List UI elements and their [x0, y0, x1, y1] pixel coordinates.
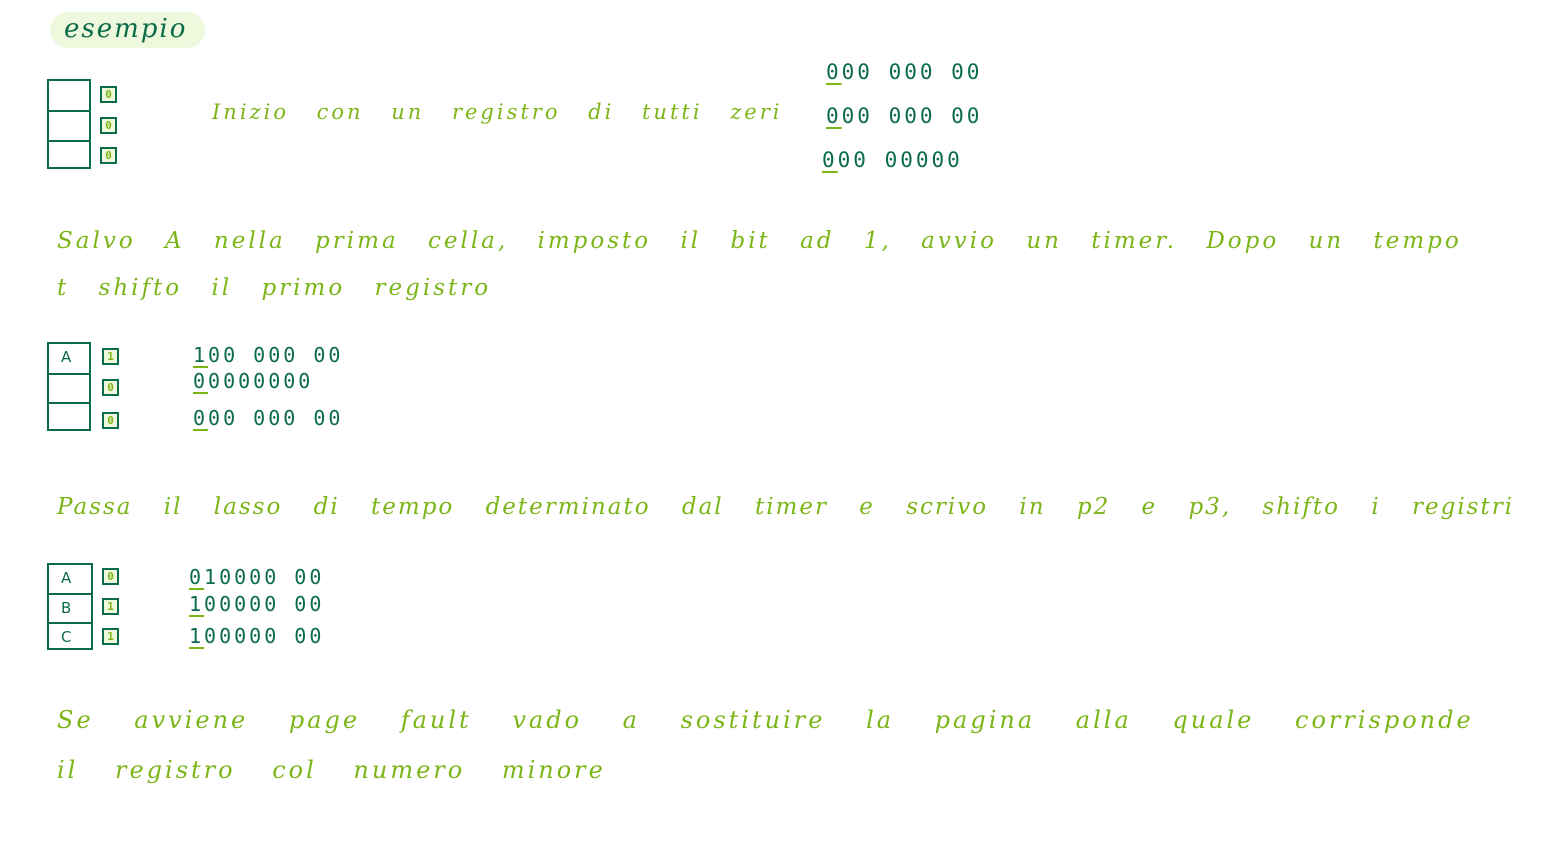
register-first-bit: 1	[189, 592, 205, 616]
register-value: 000 000 00	[193, 406, 344, 430]
register-first-bit: 0	[189, 565, 205, 589]
reference-bit: 0	[100, 147, 117, 164]
register-value: 00000000	[193, 369, 314, 393]
register-first-bit: 0	[826, 60, 842, 84]
reference-bit: 0	[100, 86, 117, 103]
page-table-2: A	[47, 342, 91, 431]
table-cell	[49, 110, 89, 140]
register-first-bit: 0	[193, 369, 209, 393]
reference-bit: 1	[102, 628, 119, 645]
register-value: 100000 00	[189, 592, 325, 616]
reference-bit: 0	[102, 568, 119, 585]
note-line: Passa il lasso di tempo determinato dal …	[57, 494, 1515, 520]
note-line: t shifto il primo registro	[57, 275, 492, 301]
page-table-1	[47, 79, 91, 169]
register-value: 000 000 00	[826, 104, 983, 128]
page-table-3: A B C	[47, 563, 93, 650]
reference-bit: 0	[100, 117, 117, 134]
register-first-bit: 0	[822, 148, 838, 172]
table-cell	[49, 373, 89, 402]
reference-bit: 1	[102, 348, 119, 365]
register-value: 000 00000	[822, 148, 963, 172]
register-value: 100000 00	[189, 624, 325, 648]
register-value: 100 000 00	[193, 343, 344, 367]
register-first-bit: 1	[189, 624, 205, 648]
register-first-bit: 0	[826, 104, 842, 128]
table-cell	[49, 81, 89, 110]
note-line: il registro col numero minore	[57, 756, 606, 784]
note-line: Salvo A nella prima cella, imposto il bi…	[57, 228, 1462, 254]
register-value: 010000 00	[189, 565, 325, 589]
register-first-bit: 0	[193, 406, 209, 430]
title-highlight: esempio	[50, 12, 205, 48]
table-cell: A	[61, 348, 72, 366]
table-cell	[49, 140, 89, 169]
table-cell	[49, 402, 89, 431]
note-line: Se avviene page fault vado a sostituire …	[57, 706, 1474, 734]
table-cell: B	[49, 593, 91, 622]
register-value: 000 000 00	[826, 60, 983, 84]
reference-bit: 0	[102, 412, 119, 429]
page-title: esempio	[64, 14, 188, 44]
table-cell: A	[61, 569, 72, 587]
note-line: Inizio con un registro di tutti zeri	[212, 100, 783, 124]
table-cell: C	[49, 622, 91, 650]
reference-bit: 1	[102, 598, 119, 615]
register-first-bit: 1	[193, 343, 209, 367]
reference-bit: 0	[102, 379, 119, 396]
